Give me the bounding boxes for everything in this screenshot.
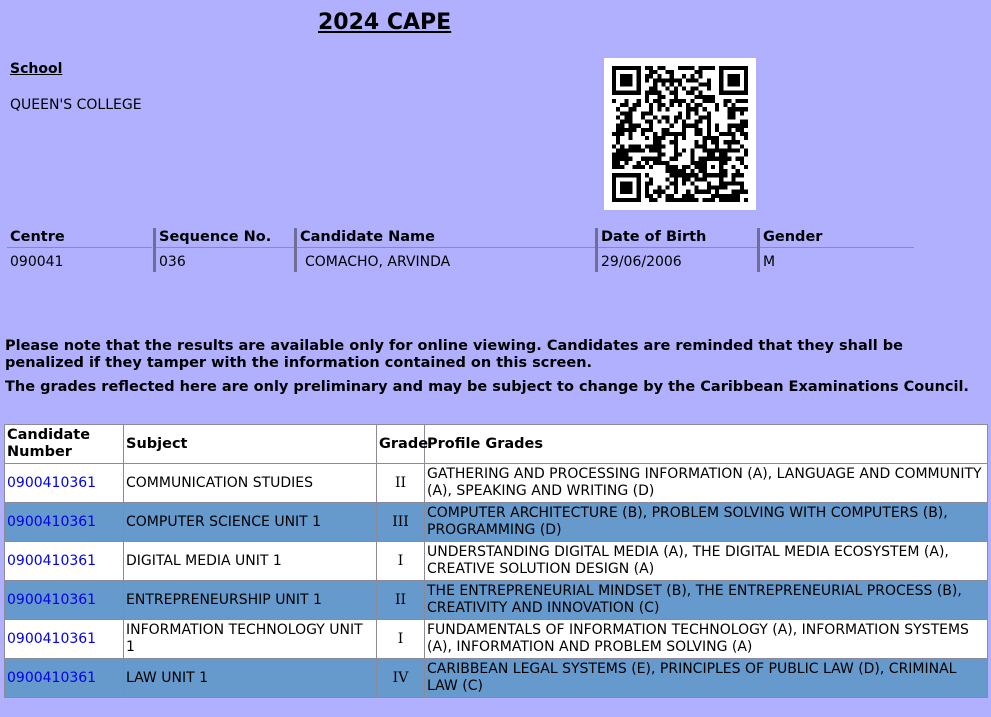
profile-grades-cell: CARIBBEAN LEGAL SYSTEMS (E), PRINCIPLES … <box>424 658 988 698</box>
grade-cell: II <box>376 580 425 620</box>
school-name: QUEEN'S COLLEGE <box>10 97 142 113</box>
subject-cell: DIGITAL MEDIA UNIT 1 <box>123 541 377 581</box>
header-grade: Grade <box>376 424 428 464</box>
candidate-name-label: Candidate Name <box>297 228 597 248</box>
sequence-value: 036 <box>159 254 186 270</box>
candidate-number-link[interactable]: 0900410361 <box>7 475 96 491</box>
table-row: 0900410361 INFORMATION TECHNOLOGY UNIT 1… <box>4 619 988 659</box>
sequence-field: Sequence No. 036 <box>153 228 296 272</box>
notice-preliminary: The grades reflected here are only preli… <box>5 379 969 395</box>
grade-cell: I <box>376 619 425 659</box>
centre-field: Centre 090041 <box>7 228 152 272</box>
subject-cell: COMPUTER SCIENCE UNIT 1 <box>123 502 377 542</box>
notice-online-viewing: Please note that the results are availab… <box>5 338 903 371</box>
subject-cell: COMMUNICATION STUDIES <box>123 463 377 503</box>
header-subject: Subject <box>123 424 377 464</box>
candidate-number-cell: 0900410361 <box>4 658 124 698</box>
dob-label: Date of Birth <box>598 228 759 248</box>
qr-code-icon <box>604 58 756 210</box>
candidate-name-field: Candidate Name COMACHO, ARVINDA <box>294 228 597 272</box>
profile-grades-cell: COMPUTER ARCHITECTURE (B), PROBLEM SOLVI… <box>424 502 988 542</box>
header-candidate-number: Candidate Number <box>4 424 124 464</box>
table-row: 0900410361 COMMUNICATION STUDIES II GATH… <box>4 463 988 503</box>
table-row: 0900410361 LAW UNIT 1 IV CARIBBEAN LEGAL… <box>4 658 988 698</box>
candidate-number-cell: 0900410361 <box>4 580 124 620</box>
candidate-number-link[interactable]: 0900410361 <box>7 631 96 647</box>
centre-label: Centre <box>7 228 152 248</box>
results-table: Candidate Number Subject Grade Profile G… <box>4 424 988 698</box>
school-label: School <box>10 61 63 77</box>
grade-cell: II <box>376 463 425 503</box>
centre-value: 090041 <box>10 254 64 270</box>
profile-grades-cell: GATHERING AND PROCESSING INFORMATION (A)… <box>424 463 988 503</box>
profile-grades-cell: UNDERSTANDING DIGITAL MEDIA (A), THE DIG… <box>424 541 988 581</box>
subject-cell: ENTREPRENEURSHIP UNIT 1 <box>123 580 377 620</box>
gender-field: Gender M <box>757 228 914 272</box>
grade-cell: III <box>376 502 425 542</box>
gender-label: Gender <box>760 228 914 248</box>
candidate-number-cell: 0900410361 <box>4 619 124 659</box>
candidate-number-link[interactable]: 0900410361 <box>7 514 96 530</box>
grade-cell: I <box>376 541 425 581</box>
table-row: 0900410361 DIGITAL MEDIA UNIT 1 I UNDERS… <box>4 541 988 581</box>
candidate-number-cell: 0900410361 <box>4 502 124 542</box>
subject-cell: LAW UNIT 1 <box>123 658 377 698</box>
header-profile-grades: Profile Grades <box>424 424 988 464</box>
dob-value: 29/06/2006 <box>601 254 682 270</box>
candidate-name-value: COMACHO, ARVINDA <box>305 254 451 270</box>
dob-field: Date of Birth 29/06/2006 <box>595 228 759 272</box>
sequence-label: Sequence No. <box>156 228 296 248</box>
candidate-number-cell: 0900410361 <box>4 541 124 581</box>
candidate-number-link[interactable]: 0900410361 <box>7 670 96 686</box>
profile-grades-cell: THE ENTREPRENEURIAL MINDSET (B), THE ENT… <box>424 580 988 620</box>
candidate-number-link[interactable]: 0900410361 <box>7 553 96 569</box>
grade-cell: IV <box>376 658 425 698</box>
subject-cell: INFORMATION TECHNOLOGY UNIT 1 <box>123 619 377 659</box>
table-row: 0900410361 COMPUTER SCIENCE UNIT 1 III C… <box>4 502 988 542</box>
candidate-number-link[interactable]: 0900410361 <box>7 592 96 608</box>
gender-value: M <box>763 254 776 270</box>
page-title: 2024 CAPE <box>318 10 452 35</box>
results-header-row: Candidate Number Subject Grade Profile G… <box>4 424 988 464</box>
candidate-number-cell: 0900410361 <box>4 463 124 503</box>
table-row: 0900410361 ENTREPRENEURSHIP UNIT 1 II TH… <box>4 580 988 620</box>
profile-grades-cell: FUNDAMENTALS OF INFORMATION TECHNOLOGY (… <box>424 619 988 659</box>
